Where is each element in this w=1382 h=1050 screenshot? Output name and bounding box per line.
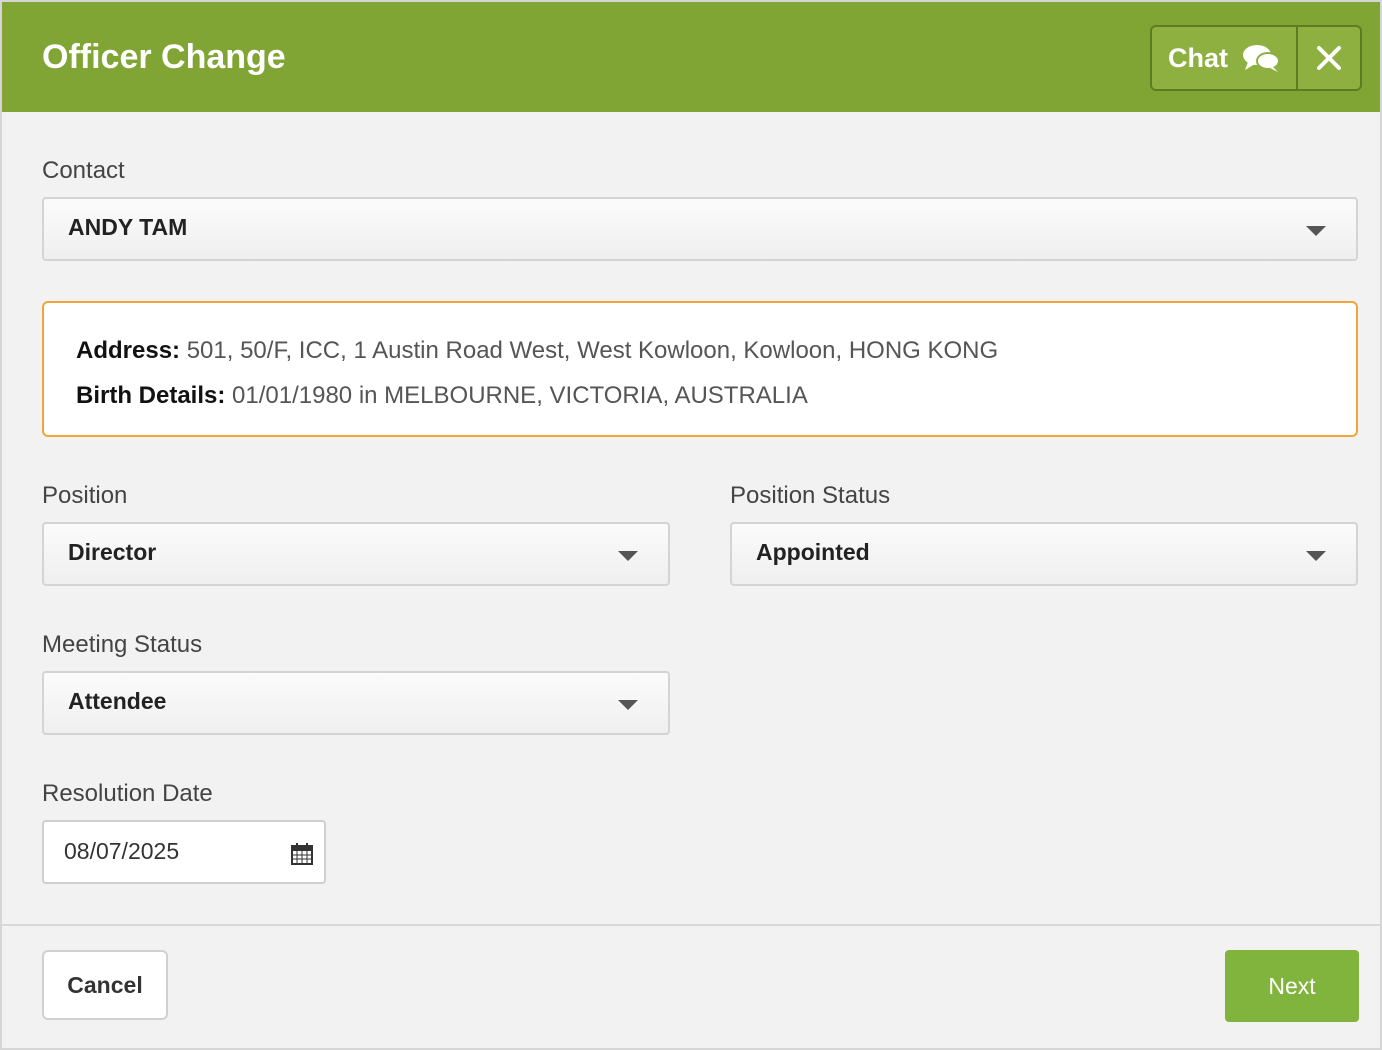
modal-header: Officer Change Chat [2,2,1380,112]
position-select[interactable]: Director [42,522,670,586]
position-select-value: Director [68,539,157,565]
header-actions: Chat [1150,25,1362,91]
modal-title: Officer Change [42,38,286,76]
birth-details-value: 01/01/1980 in MELBOURNE, VICTORIA, AUSTR… [232,382,808,409]
officer-change-modal: Officer Change Chat Contact ANDY TAM Add… [0,0,1382,1050]
position-status-select-value: Appointed [756,539,870,565]
chat-bubbles-icon [1243,45,1280,72]
calendar-icon[interactable] [290,842,314,866]
resolution-date-input[interactable]: 08/07/2025 [42,820,326,884]
address-line: Address: 501, 50/F, ICC, 1 Austin Road W… [76,337,998,365]
meeting-status-select[interactable]: Attendee [42,671,670,735]
chat-button[interactable]: Chat [1152,27,1296,89]
meeting-status-select-value: Attendee [68,688,167,714]
close-button[interactable] [1298,27,1360,89]
next-button[interactable]: Next [1225,950,1359,1022]
resolution-date-value: 08/07/2025 [64,838,180,864]
chevron-down-icon [618,551,638,561]
contact-select[interactable]: ANDY TAM [42,197,1358,261]
close-icon [1317,46,1341,70]
footer-divider [2,924,1380,926]
position-status-select[interactable]: Appointed [730,522,1358,586]
contact-select-value: ANDY TAM [68,214,188,240]
birth-details-label: Birth Details: [76,382,226,409]
contact-label: Contact [42,157,125,184]
position-label: Position [42,482,128,509]
contact-details-box: Address: 501, 50/F, ICC, 1 Austin Road W… [42,301,1358,437]
address-label: Address: [76,337,181,364]
address-value: 501, 50/F, ICC, 1 Austin Road West, West… [186,337,999,364]
resolution-date-label: Resolution Date [42,780,213,807]
chevron-down-icon [1306,226,1326,236]
cancel-button[interactable]: Cancel [42,950,168,1020]
meeting-status-label: Meeting Status [42,631,203,658]
position-status-label: Position Status [730,482,891,509]
birth-details-line: Birth Details: 01/01/1980 in MELBOURNE, … [76,382,808,410]
chevron-down-icon [1306,551,1326,561]
chevron-down-icon [618,700,638,710]
chat-button-label: Chat [1168,42,1228,73]
